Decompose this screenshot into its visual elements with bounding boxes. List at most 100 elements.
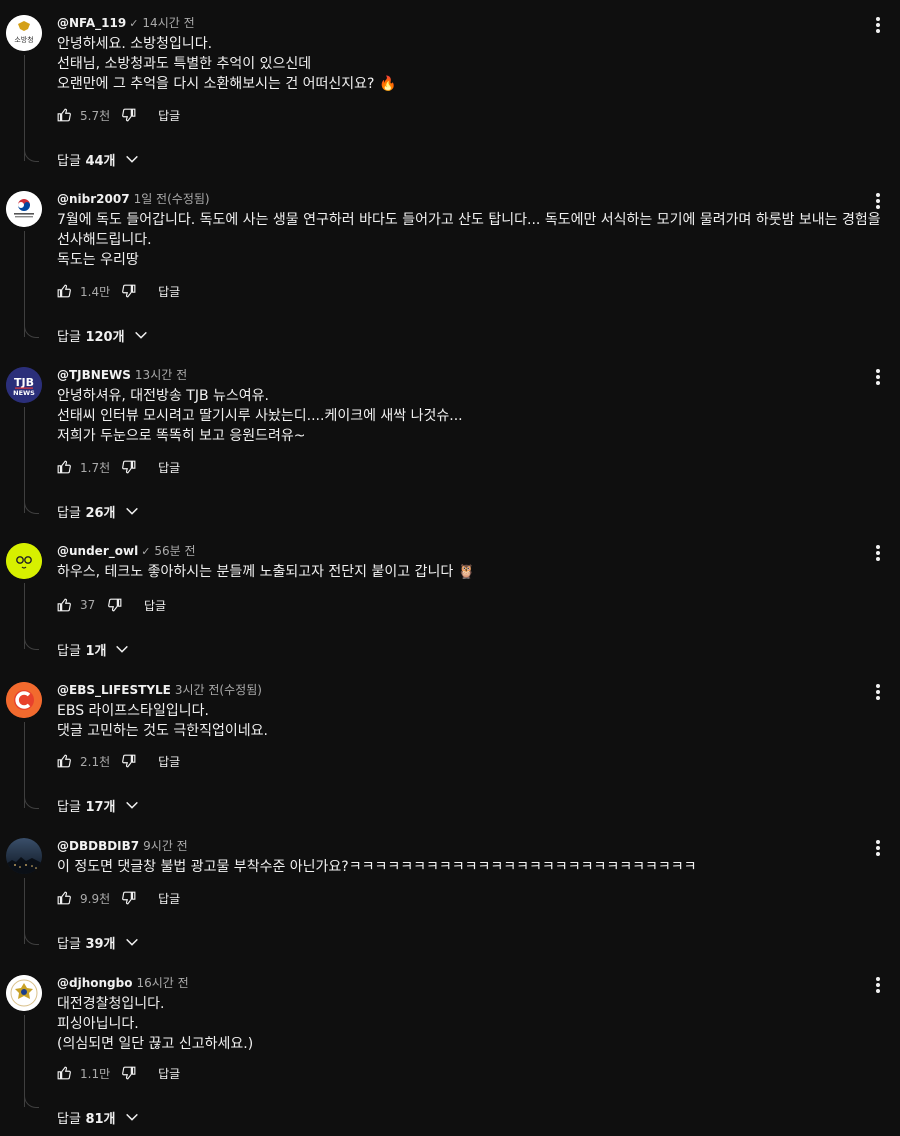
- thread-line: [24, 407, 25, 513]
- comment-line: 댓글 고민하는 것도 극한직업이네요.: [57, 723, 268, 739]
- view-replies-button[interactable]: 답글 44개: [57, 149, 140, 169]
- like-count: 5.7천: [80, 108, 111, 123]
- chevron-down-icon: [124, 1109, 140, 1125]
- chevron-down-icon: [133, 327, 149, 343]
- comment-text: 안녕하세요. 소방청입니다. 선태님, 소방청과도 특별한 추억이 있으신데 오…: [57, 34, 892, 94]
- replies-label: 답글: [57, 329, 81, 345]
- more-actions-icon[interactable]: [870, 191, 886, 211]
- reply-button[interactable]: 답글: [158, 107, 180, 124]
- comment-header: @djhongbo 16시간 전: [57, 975, 189, 991]
- thread-line: [24, 231, 25, 337]
- dislike-icon[interactable]: [122, 108, 136, 122]
- more-actions-icon[interactable]: [870, 15, 886, 35]
- chevron-down-icon: [114, 641, 130, 657]
- thread-curve: [24, 323, 39, 338]
- view-replies-button[interactable]: 답글 39개: [57, 932, 140, 952]
- thread-curve: [24, 147, 39, 162]
- comment-line: EBS 라이프스타일입니다.: [57, 703, 209, 719]
- author-name[interactable]: @djhongbo: [57, 976, 132, 990]
- more-actions-icon[interactable]: [870, 543, 886, 563]
- reply-button[interactable]: 답글: [158, 283, 180, 300]
- timestamp[interactable]: 56분 전: [154, 544, 195, 558]
- more-actions-icon[interactable]: [870, 975, 886, 995]
- timestamp[interactable]: 1일 전(수정됨): [134, 192, 210, 206]
- more-actions-icon[interactable]: [870, 838, 886, 858]
- view-replies-button[interactable]: 답글 81개: [57, 1107, 140, 1127]
- like-icon[interactable]: [57, 891, 71, 905]
- owl-logo-icon: [6, 543, 42, 579]
- svg-text:NEWS: NEWS: [13, 389, 35, 397]
- timestamp[interactable]: 16시간 전: [136, 976, 188, 990]
- author-name[interactable]: @DBDBDIB7: [57, 839, 139, 853]
- dislike-icon[interactable]: [122, 754, 136, 768]
- avatar[interactable]: [6, 975, 42, 1011]
- comment-thread: @djhongbo 16시간 전 대전경찰청입니다. 피싱아닙니다. (의심되면 …: [0, 975, 900, 1135]
- avatar[interactable]: TJB NEWS: [6, 367, 42, 403]
- comment-text: 하우스, 테크노 좋아하시는 분들께 노출되고자 전단지 붙이고 갑니다 🦉: [57, 562, 892, 582]
- replies-count: 81개: [85, 1111, 116, 1127]
- timestamp[interactable]: 13시간 전: [135, 368, 187, 382]
- comment-thread: 소방청 @NFA_119 ✓ 14시간 전 안녕하세요. 소방청입니다. 선태님, …: [0, 15, 900, 175]
- verified-check-icon: ✓: [129, 17, 139, 30]
- timestamp[interactable]: 3시간 전(수정됨): [175, 683, 262, 697]
- timestamp[interactable]: 9시간 전: [143, 839, 188, 853]
- reply-button[interactable]: 답글: [158, 890, 180, 907]
- author-name[interactable]: @under_owl: [57, 544, 138, 558]
- view-replies-button[interactable]: 답글 17개: [57, 795, 140, 815]
- like-icon[interactable]: [57, 1066, 71, 1080]
- thread-line: [24, 55, 25, 161]
- like-icon[interactable]: [57, 284, 71, 298]
- comment-header: @DBDBDIB7 9시간 전: [57, 838, 188, 854]
- like-icon[interactable]: [57, 460, 71, 474]
- comment-thread: TJB NEWS @TJBNEWS 13시간 전 안녕하셔유, 대전방송 TJB …: [0, 367, 900, 527]
- view-replies-button[interactable]: 답글 120개: [57, 325, 149, 345]
- like-icon[interactable]: [57, 754, 71, 768]
- dislike-icon[interactable]: [122, 284, 136, 298]
- comment-actions: 1.7천 답글: [57, 457, 180, 477]
- author-name[interactable]: @nibr2007: [57, 192, 130, 206]
- dislike-icon[interactable]: [108, 598, 122, 612]
- comment-line: 선태씨 인터뷰 모시려고 딸기시루 사놨는디....케이크에 새싹 나것슈...: [57, 408, 463, 424]
- tjb-logo-icon: TJB NEWS: [6, 367, 42, 403]
- like-count: 9.9천: [80, 891, 111, 906]
- dislike-icon[interactable]: [122, 1066, 136, 1080]
- chevron-down-icon: [124, 151, 140, 167]
- comment-header: @nibr2007 1일 전(수정됨): [57, 191, 210, 207]
- avatar[interactable]: 소방청: [6, 15, 42, 51]
- comment-line: 이 정도면 댓글창 불법 광고물 부착수준 아닌가요?ㅋㅋㅋㅋㅋㅋㅋㅋㅋㅋㅋㅋㅋ…: [57, 859, 697, 875]
- view-replies-button[interactable]: 답글 1개: [57, 639, 130, 659]
- dislike-icon[interactable]: [122, 460, 136, 474]
- reply-button[interactable]: 답글: [158, 459, 180, 476]
- avatar[interactable]: [6, 191, 42, 227]
- comment-line: 대전경찰청입니다.: [57, 996, 165, 1012]
- more-actions-icon[interactable]: [870, 367, 886, 387]
- chevron-down-icon: [124, 503, 140, 519]
- avatar[interactable]: [6, 543, 42, 579]
- dislike-icon[interactable]: [122, 891, 136, 905]
- comment-line: 선태님, 소방청과도 특별한 추억이 있으신데: [57, 56, 312, 72]
- replies-label: 답글: [57, 153, 81, 169]
- ebs-logo-icon: [6, 682, 42, 718]
- reply-button[interactable]: 답글: [158, 1065, 180, 1082]
- comment-line: 저희가 두눈으로 똑똑히 보고 응원드려유~: [57, 428, 306, 444]
- comment-actions: 2.1천 답글: [57, 751, 180, 771]
- like-icon[interactable]: [57, 108, 71, 122]
- more-actions-icon[interactable]: [870, 682, 886, 702]
- replies-count: 1개: [85, 643, 107, 659]
- view-replies-button[interactable]: 답글 26개: [57, 501, 140, 521]
- comment-header: @NFA_119 ✓ 14시간 전: [57, 15, 195, 32]
- reply-button[interactable]: 답글: [158, 753, 180, 770]
- author-name[interactable]: @TJBNEWS: [57, 368, 131, 382]
- avatar[interactable]: [6, 682, 42, 718]
- like-count: 2.1천: [80, 754, 111, 769]
- replies-label: 답글: [57, 505, 81, 521]
- author-name[interactable]: @EBS_LIFESTYLE: [57, 683, 171, 697]
- comment-thread: @under_owl ✓ 56분 전 하우스, 테크노 좋아하시는 분들께 노출되고…: [0, 543, 900, 663]
- reply-button[interactable]: 답글: [144, 597, 166, 614]
- timestamp[interactable]: 14시간 전: [142, 16, 194, 30]
- author-name[interactable]: @NFA_119: [57, 16, 126, 30]
- avatar[interactable]: [6, 838, 42, 874]
- comment-actions: 37 답글: [57, 595, 166, 615]
- city-night-photo-icon: [6, 838, 42, 874]
- like-icon[interactable]: [57, 598, 71, 612]
